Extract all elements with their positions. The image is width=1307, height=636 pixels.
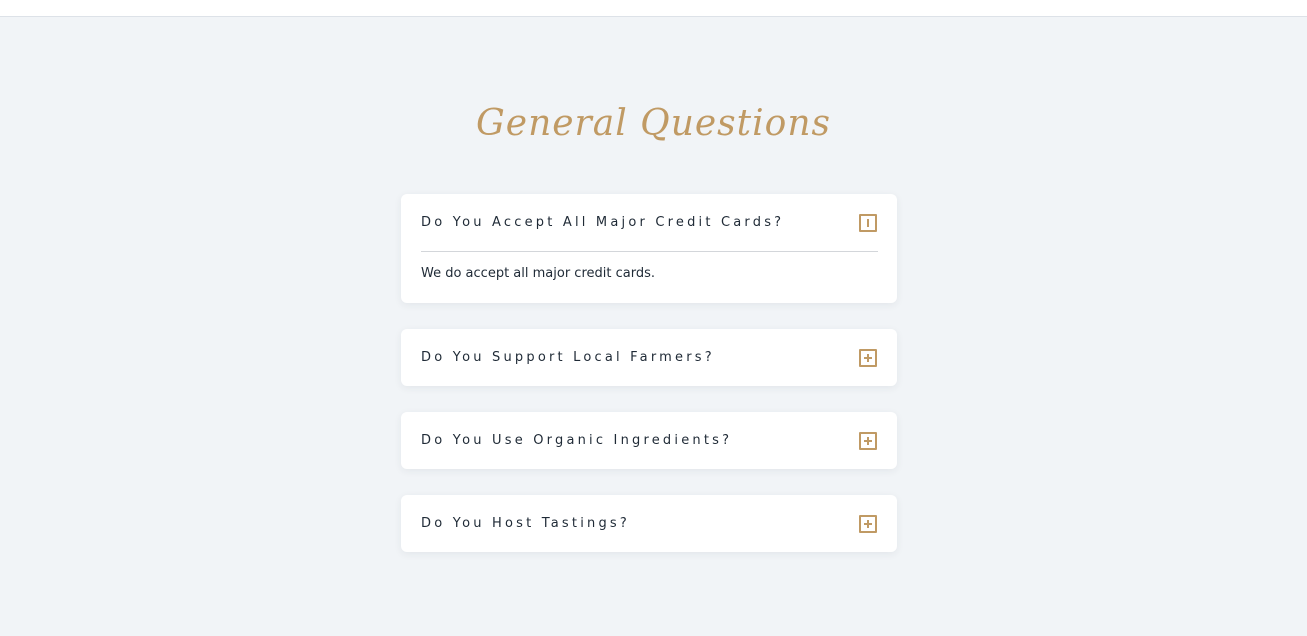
plus-square-icon[interactable] (859, 348, 877, 367)
faq-question: Do You Host Tastings? (421, 516, 630, 531)
faq-list: Do You Accept All Major Credit Cards? We… (401, 194, 897, 578)
plus-square-icon[interactable] (859, 514, 877, 533)
faq-item: Do You Support Local Farmers? (401, 329, 897, 386)
faq-question-toggle[interactable]: Do You Host Tastings? (401, 495, 897, 552)
top-navigation-bar (0, 0, 1307, 17)
plus-square-icon[interactable] (859, 431, 877, 450)
faq-question-toggle[interactable]: Do You Support Local Farmers? (401, 329, 897, 386)
faq-item: Do You Accept All Major Credit Cards? We… (401, 194, 897, 303)
faq-item: Do You Use Organic Ingredients? (401, 412, 897, 469)
faq-question-toggle[interactable]: Do You Accept All Major Credit Cards? (401, 194, 897, 251)
faq-question: Do You Support Local Farmers? (421, 350, 715, 365)
faq-item: Do You Host Tastings? (401, 495, 897, 552)
faq-answer: We do accept all major credit cards. (421, 266, 655, 281)
faq-question: Do You Use Organic Ingredients? (421, 433, 733, 448)
faq-question: Do You Accept All Major Credit Cards? (421, 215, 785, 230)
minus-square-icon[interactable] (859, 213, 877, 232)
faq-question-toggle[interactable]: Do You Use Organic Ingredients? (401, 412, 897, 469)
section-title: General Questions (476, 103, 831, 144)
